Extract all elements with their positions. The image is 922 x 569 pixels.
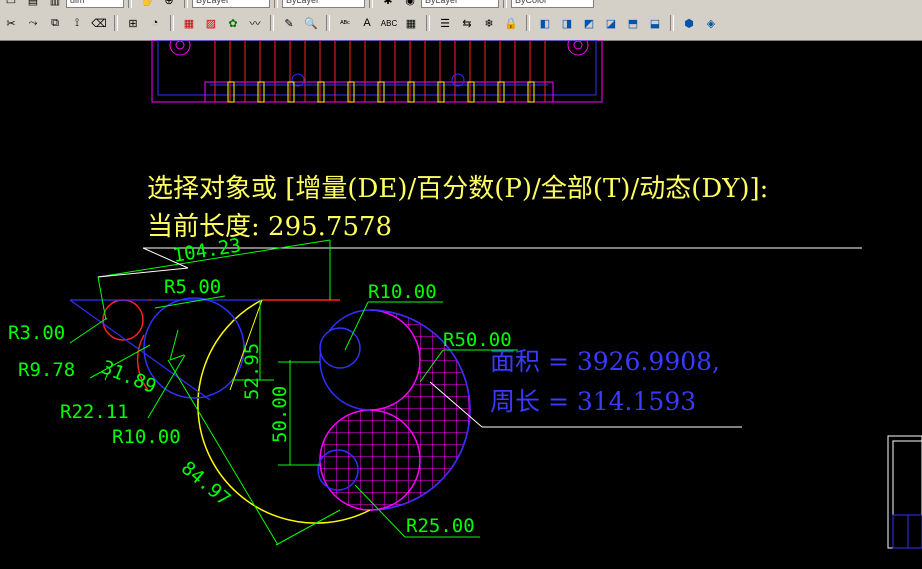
- freeze-icon[interactable]: ❄: [479, 14, 499, 32]
- grid-icon[interactable]: ◉: [400, 0, 420, 9]
- lineweight-combo[interactable]: ByLayer: [421, 0, 499, 8]
- region-icon[interactable]: ▨: [201, 14, 221, 32]
- snap-icon[interactable]: ✱: [378, 0, 398, 9]
- toolbar-separator: [274, 0, 278, 8]
- plotstyle-combo[interactable]: ByColor: [511, 0, 594, 8]
- layer-combo[interactable]: ByLayer: [192, 0, 270, 8]
- toolbar-separator: [526, 15, 530, 31]
- block-icon[interactable]: ✿: [223, 14, 243, 32]
- shade-icon[interactable]: ⬓: [645, 14, 665, 32]
- match-prop-icon[interactable]: ✎: [279, 14, 299, 32]
- command-length-line: 当前长度: 295.7578: [147, 212, 393, 242]
- extend-icon[interactable]: ⤳: [23, 14, 43, 32]
- render-icon[interactable]: ⬢: [679, 14, 699, 32]
- save-icon[interactable]: ▤: [23, 0, 43, 9]
- area-result-line: 面积 = 3926.9908,: [490, 347, 720, 376]
- mirror-icon[interactable]: ⟟: [67, 14, 87, 32]
- open-icon[interactable]: ▭: [1, 0, 21, 9]
- toolbar-separator: [369, 0, 373, 8]
- mtext-icon[interactable]: ABC: [379, 14, 399, 32]
- dim-r10-top: R10.00: [368, 281, 437, 303]
- view-front-icon[interactable]: ◧: [535, 14, 555, 32]
- dim-r10-bottom: R10.00: [112, 426, 181, 448]
- dim-r2211: R22.11: [60, 401, 129, 423]
- dim-r3: R3.00: [8, 322, 65, 344]
- polyline-icon[interactable]: 〰: [245, 14, 265, 32]
- toolbar-separator: [503, 0, 507, 8]
- view-top-icon[interactable]: ◨: [557, 14, 577, 32]
- right-edge-drawing: [887, 435, 922, 549]
- toolbar-separator: [184, 0, 188, 8]
- perimeter-result-line: 周长 = 314.1593: [490, 387, 697, 416]
- upper-part-drawing: [151, 40, 603, 103]
- material-icon[interactable]: ◈: [701, 14, 721, 32]
- toolbar-separator: [326, 15, 330, 31]
- toolbar-separator: [270, 15, 274, 31]
- dim-5295: 52.95: [241, 343, 263, 400]
- left-lobes: [69, 297, 263, 401]
- toolbar-separator: [670, 15, 674, 31]
- command-prompt-line: 选择对象或 [增量(DE)/百分数(P)/全部(T)/动态(DY)]:: [147, 174, 769, 204]
- toolbar-area: ▭ ▤ ▥ dim ✋ ⊕ ByLayer ByLayer ✱ ◉ ByLaye…: [0, 0, 922, 41]
- linetype-combo[interactable]: ByLayer: [282, 0, 365, 8]
- zoom-realtime-icon[interactable]: ⊕: [159, 0, 179, 9]
- table-icon[interactable]: ▦: [401, 14, 421, 32]
- toolbar-row-standard: ▭ ▤ ▥ dim ✋ ⊕ ByLayer ByLayer ✱ ◉ ByLaye…: [0, 0, 922, 8]
- drawing-canvas[interactable]: 104.23 R5.00 R10.00 R50.00 R3.00 R9.78 3…: [0, 40, 922, 569]
- toolbar-separator: [170, 15, 174, 31]
- dim-3189: 31.89: [98, 356, 159, 398]
- drawing-svg[interactable]: 104.23 R5.00 R10.00 R50.00 R3.00 R9.78 3…: [0, 40, 922, 569]
- toolbar-separator: [426, 15, 430, 31]
- file-combo[interactable]: dim: [66, 0, 124, 8]
- dim-radius-icon[interactable]: ◔: [145, 14, 165, 32]
- layer-prev-icon[interactable]: ⇆: [457, 14, 477, 32]
- zoom-icon[interactable]: 🔍: [301, 14, 321, 32]
- toolbar-separator: [114, 15, 118, 31]
- pan-icon[interactable]: ✋: [137, 0, 157, 9]
- dim-50: 50.00: [269, 386, 291, 443]
- dim-r5: R5.00: [164, 276, 221, 298]
- erase-icon[interactable]: ⌫: [89, 14, 109, 32]
- hatch-icon[interactable]: ▦: [179, 14, 199, 32]
- dim-8497: 84.97: [177, 457, 235, 511]
- trim-icon[interactable]: ✂: [1, 14, 21, 32]
- copy-icon[interactable]: ⧉: [45, 14, 65, 32]
- view-iso-icon[interactable]: ⬒: [623, 14, 643, 32]
- text-style-icon[interactable]: A: [357, 14, 377, 32]
- dim-r978: R9.78: [18, 359, 75, 381]
- lock-icon[interactable]: 🔒: [501, 14, 521, 32]
- view-left-icon[interactable]: ◩: [579, 14, 599, 32]
- plot-icon[interactable]: ▥: [45, 0, 65, 9]
- view-right-icon[interactable]: ◪: [601, 14, 621, 32]
- toolbar-separator: [128, 0, 132, 8]
- dim-linear-icon[interactable]: ⊞: [123, 14, 143, 32]
- dim-r25: R25.00: [406, 515, 475, 537]
- spell-icon[interactable]: ᴬᴮᶜ: [335, 14, 355, 32]
- toolbar-row-tools: ✂ ⤳ ⧉ ⟟ ⌫ ⊞ ◔ ▦ ▨ ✿ 〰 ✎ 🔍 ᴬᴮᶜ A ABC ▦ ☰ …: [0, 13, 922, 33]
- layer-icon[interactable]: ☰: [435, 14, 455, 32]
